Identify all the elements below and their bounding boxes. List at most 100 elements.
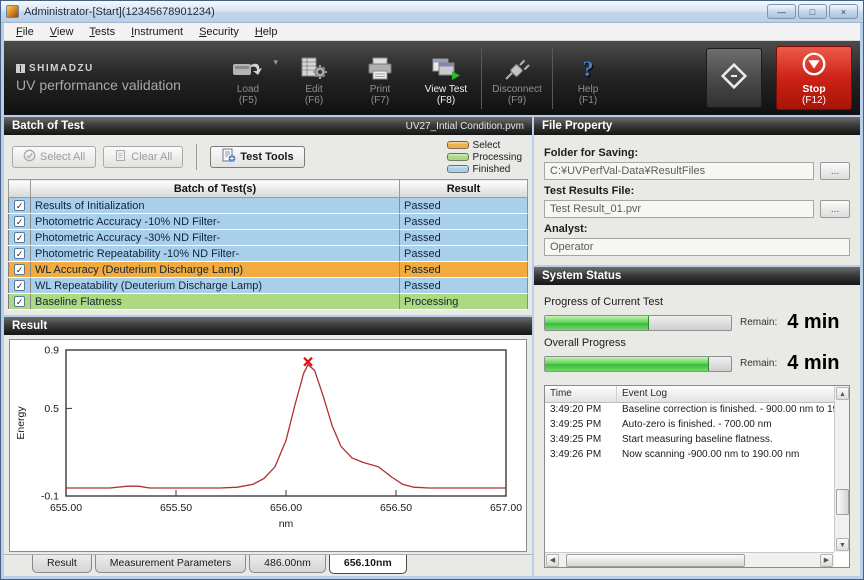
maximize-button[interactable]: □ — [798, 4, 827, 19]
table-row[interactable]: ✓Photometric Accuracy -30% ND Filter-Pas… — [9, 230, 528, 246]
stop-button-label: Stop — [802, 84, 825, 95]
analyst-field[interactable]: Operator — [544, 238, 850, 256]
load-button[interactable]: ▾Load(F5) — [215, 41, 281, 115]
row-checkbox[interactable]: ✓ — [14, 216, 25, 227]
help-icon: ? — [583, 54, 594, 82]
tab-result[interactable]: Result — [32, 555, 92, 573]
view-test-icon — [430, 54, 462, 82]
result-cell: Passed — [400, 278, 528, 294]
test-results-file-field[interactable]: Test Result_01.pvr — [544, 200, 814, 218]
select-all-label: Select All — [40, 151, 85, 163]
log-row[interactable]: 3:49:20 PMBaseline correction is finishe… — [545, 403, 834, 418]
result-cell: Passed — [400, 262, 528, 278]
start-button[interactable] — [706, 48, 762, 108]
start-diamond-icon — [717, 59, 751, 98]
log-row[interactable]: 3:49:26 PMNow scanning -900.00 nm to 190… — [545, 448, 834, 463]
toolbar-separator — [481, 47, 482, 109]
disconnect-icon — [502, 54, 532, 82]
overall-progress-label: Overall Progress — [544, 337, 850, 349]
scroll-right-arrow-icon[interactable]: ▶ — [820, 554, 833, 567]
test-tools-label: Test Tools — [240, 151, 293, 163]
folder-for-saving-field[interactable]: C:¥UVPerfVal-Data¥ResultFiles — [544, 162, 814, 180]
svg-text:0.5: 0.5 — [44, 403, 59, 415]
file-property-panel: Folder for Saving: C:¥UVPerfVal-Data¥Res… — [534, 135, 860, 265]
current-progress-bar — [544, 315, 732, 331]
scroll-down-arrow-icon[interactable]: ▼ — [836, 538, 849, 551]
menu-instrument[interactable]: Instrument — [123, 25, 191, 39]
menu-security[interactable]: Security — [191, 25, 247, 39]
legend-swatch-select — [447, 141, 469, 149]
clear-all-button[interactable]: Clear All — [103, 146, 183, 168]
test-name-cell: WL Repeatability (Deuterium Discharge La… — [31, 278, 400, 294]
edit-key: (F6) — [305, 95, 323, 106]
event-column-header[interactable]: Event Log — [617, 386, 834, 402]
test-tools-button[interactable]: Test Tools — [210, 146, 304, 168]
scroll-left-arrow-icon[interactable]: ◀ — [546, 554, 559, 567]
test-results-file-label: Test Results File: — [544, 185, 850, 197]
help-key: (F1) — [579, 95, 597, 106]
scroll-up-arrow-icon[interactable]: ▲ — [836, 387, 849, 400]
batch-test-table: Batch of Test(s) Result ✓Results of Init… — [8, 179, 528, 310]
log-row[interactable]: 3:49:25 PMAuto-zero is finished. - 700.0… — [545, 418, 834, 433]
svg-text:656.50: 656.50 — [380, 502, 412, 514]
table-row[interactable]: ✓Baseline FlatnessProcessing — [9, 294, 528, 310]
horizontal-scrollbar[interactable]: ◀ ▶ — [545, 552, 834, 567]
close-button[interactable]: × — [829, 4, 858, 19]
table-row[interactable]: ✓WL Accuracy (Deuterium Discharge Lamp)P… — [9, 262, 528, 278]
legend-swatch-processing — [447, 153, 469, 161]
menu-view[interactable]: View — [42, 25, 82, 39]
row-checkbox[interactable]: ✓ — [14, 248, 25, 259]
help-button[interactable]: ? Help(F1) — [555, 41, 621, 115]
browse-folder-button[interactable]: ... — [820, 162, 850, 180]
tab-measurement-parameters[interactable]: Measurement Parameters — [95, 555, 246, 573]
menu-tests[interactable]: Tests — [81, 25, 123, 39]
horizontal-scroll-thumb[interactable] — [566, 554, 745, 567]
browse-file-button[interactable]: ... — [820, 200, 850, 218]
right-column: File Property Folder for Saving: C:¥UVPe… — [534, 117, 860, 576]
print-button[interactable]: Print(F7) — [347, 41, 413, 115]
result-chart-svg: 0.90.5-0.1655.00655.50656.00656.50657.00… — [10, 340, 526, 552]
row-checkbox[interactable]: ✓ — [14, 232, 25, 243]
vertical-scrollbar[interactable]: ▲ ▼ — [834, 386, 849, 552]
brand-logo-text: SHIMADZU — [29, 63, 94, 74]
load-key: (F5) — [239, 95, 257, 106]
menu-help[interactable]: Help — [247, 25, 286, 39]
time-column-header[interactable]: Time — [545, 386, 617, 402]
vertical-scroll-thumb[interactable] — [836, 489, 849, 515]
log-row[interactable]: 3:49:25 PMStart measuring baseline flatn… — [545, 433, 834, 448]
dropdown-arrow-icon[interactable]: ▾ — [273, 57, 278, 68]
edit-icon — [299, 54, 329, 82]
edit-button[interactable]: Edit(F6) — [281, 41, 347, 115]
stop-button[interactable]: Stop (F12) — [776, 46, 852, 110]
minimize-button[interactable]: — — [767, 4, 796, 19]
menu-bar: FileViewTestsInstrumentSecurityHelp — [4, 23, 860, 41]
row-checkbox[interactable]: ✓ — [14, 200, 25, 211]
print-key: (F7) — [371, 95, 389, 106]
disconnect-button[interactable]: Disconnect(F9) — [484, 41, 550, 115]
table-row[interactable]: ✓Results of InitializationPassed — [9, 198, 528, 214]
stop-icon — [800, 50, 828, 83]
analyst-label: Analyst: — [544, 223, 850, 235]
select-all-button[interactable]: Select All — [12, 146, 96, 168]
checkbox-column-header — [9, 180, 31, 198]
current-remain-label: Remain: — [740, 317, 777, 328]
view-test-button[interactable]: View Test(F8) — [413, 41, 479, 115]
svg-text:-0.1: -0.1 — [41, 491, 59, 503]
row-checkbox[interactable]: ✓ — [14, 280, 25, 291]
toolbar-separator — [552, 47, 553, 109]
log-event: Auto-zero is finished. - 700.00 nm — [617, 418, 834, 433]
disconnect-label: Disconnect — [492, 84, 541, 95]
help-label: Help — [578, 84, 599, 95]
folder-for-saving-label: Folder for Saving: — [544, 147, 850, 159]
tab-656-10nm[interactable]: 656.10nm — [329, 555, 407, 574]
table-row[interactable]: ✓Photometric Accuracy -10% ND Filter-Pas… — [9, 214, 528, 230]
batch-file-name: UV27_Intial Condition.pvm — [406, 121, 524, 132]
svg-text:657.00: 657.00 — [490, 502, 522, 514]
legend-label: Select — [473, 140, 501, 151]
tab-486-00nm[interactable]: 486.00nm — [249, 555, 326, 573]
table-row[interactable]: ✓Photometric Repeatability -10% ND Filte… — [9, 246, 528, 262]
menu-file[interactable]: File — [8, 25, 42, 39]
row-checkbox[interactable]: ✓ — [14, 264, 25, 275]
table-row[interactable]: ✓ WL Repeatability (Deuterium Discharge L… — [9, 278, 528, 294]
row-checkbox[interactable]: ✓ — [14, 296, 25, 307]
